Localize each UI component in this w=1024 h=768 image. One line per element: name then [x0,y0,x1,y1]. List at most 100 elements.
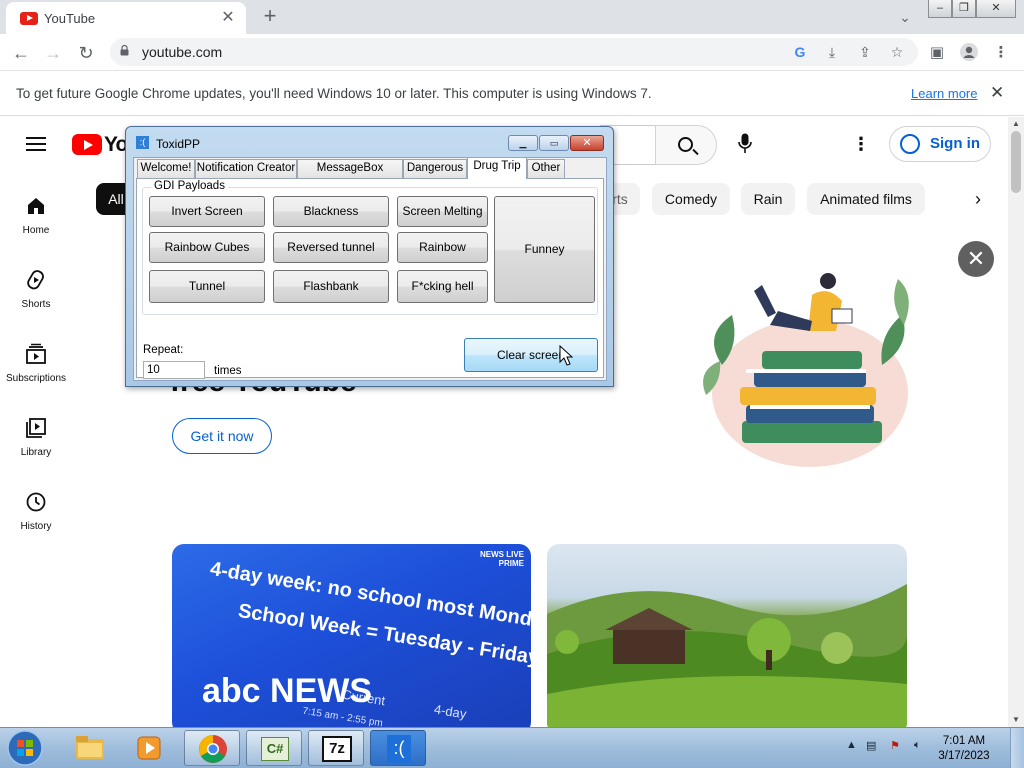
show-desktop-button[interactable] [1010,728,1024,768]
tab-notification-creator[interactable]: Notification Creator [195,159,297,178]
infobar-close-icon[interactable]: ✕ [990,83,1004,103]
rainbow-button[interactable]: Rainbow [397,232,488,263]
fcking-hell-button[interactable]: F*cking hell [397,270,488,303]
tab-close-icon[interactable]: ✕ [218,8,238,28]
media-player-icon [137,736,161,760]
subscriptions-icon [26,343,46,364]
flashbank-button[interactable]: Flashbank [273,270,389,303]
sidebar-item-label: Home [22,225,50,236]
clock-time: 7:01 AM [942,735,986,747]
windows-start-orb-icon[interactable] [4,729,46,767]
window-restore-button[interactable]: ❐ [952,0,976,18]
tab-drug-trip[interactable]: Drug Trip [467,157,527,179]
badge-bottom: PRIME [498,559,525,568]
reversed-tunnel-button[interactable]: Reversed tunnel [273,232,389,263]
video-thumbnail-landscape[interactable] [547,544,907,727]
browser-menu-icon[interactable]: ⋮ [990,42,1012,64]
youtube-logo-icon[interactable] [72,134,102,155]
tab-dangerous[interactable]: Dangerous [403,159,467,178]
address-bar[interactable]: youtube.com G ⤓ ⇪ ☆ [110,38,918,66]
screen-melting-button[interactable]: Screen Melting [397,196,488,227]
taskbar-toxidpp-button[interactable]: :( [370,730,426,766]
folder-icon [76,736,104,759]
chips-next-chevron-icon[interactable]: › [966,187,990,211]
taskbar-media-player-button[interactable] [122,730,178,766]
tunnel-button[interactable]: Tunnel [149,270,265,303]
microphone-icon[interactable] [738,133,752,155]
tab-welcome[interactable]: Welcome! [137,159,195,178]
7zip-icon: 7z [322,736,352,762]
settings-kebab-icon[interactable]: ⋮ [852,133,870,155]
sidebar-item-shorts[interactable]: Shorts [0,269,72,329]
learn-more-link[interactable]: Learn more [911,86,977,101]
sign-in-button[interactable]: Sign in [889,126,991,162]
promo-dismiss-icon[interactable]: ✕ [958,241,994,277]
search-button[interactable] [655,125,717,165]
chip-rain[interactable]: Rain [741,183,795,215]
profile-avatar-icon[interactable] [958,42,980,64]
abc-news-logo: abc NEWS [202,672,373,710]
guide-menu-icon[interactable] [26,137,46,151]
back-arrow-icon[interactable]: ← [8,40,34,66]
chip-comedy[interactable]: Comedy [652,183,730,215]
scrollbar-thumb[interactable] [1011,131,1021,193]
taskbar-csharp-button[interactable]: C# [246,730,302,766]
tab-messagebox-creator[interactable]: MessageBox Creator [297,159,403,191]
sidebar-item-home[interactable]: Home [0,195,72,255]
thumbnail-fourday-text: 4-day [433,701,468,722]
clear-screen-button[interactable]: Clear screen [464,338,598,372]
share-icon[interactable]: ⇪ [855,42,875,62]
dialog-minimize-button[interactable]: ▁ [508,135,538,151]
clock-date: 3/17/2023 [938,750,990,762]
sidebar-item-library[interactable]: Library [0,417,72,477]
url-text[interactable]: youtube.com [142,44,222,60]
dialog-close-button[interactable]: ✕ [570,135,604,151]
video-thumbnail-news[interactable]: NEWS LIVE PRIME 4-day week: no school mos… [172,544,531,727]
update-infobar: To get future Google Chrome updates, you… [0,71,1024,116]
sidebar-item-label: History [20,521,52,532]
funney-button[interactable]: Funney [494,196,595,303]
dialog-maximize-button[interactable]: ▭ [539,135,569,151]
reload-icon[interactable]: ↻ [73,40,99,66]
youtube-favicon-icon [20,12,38,25]
tray-overflow-arrow-icon[interactable]: ▲ [846,739,857,751]
tray-volume-icon[interactable]: 🔈︎ [914,739,921,752]
toxidpp-taskbar-icon: :( [387,735,411,763]
times-label: times [214,365,242,377]
tab-other[interactable]: Other [527,159,565,178]
get-it-now-button[interactable]: Get it now [172,418,272,454]
sidebar-item-history[interactable]: History [0,491,72,551]
blackness-button[interactable]: Blackness [273,196,389,227]
taskbar-explorer-button[interactable] [62,730,118,766]
books-illustration-icon [703,273,909,467]
repeat-count-input[interactable]: 10 [143,361,205,379]
tray-action-center-icon[interactable]: ⚑ [890,739,900,752]
lock-icon[interactable] [120,45,129,56]
toxidpp-app-icon: :( [136,136,149,149]
csharp-icon: C# [261,737,289,761]
invert-screen-button[interactable]: Invert Screen [149,196,265,227]
install-app-icon[interactable]: ⤓ [822,42,842,62]
google-translate-icon[interactable]: G [790,42,810,62]
dialog-title-bar[interactable]: :( ToxidPP ▁ ▭ ✕ [126,127,613,157]
new-tab-button[interactable]: + [258,4,282,28]
chip-animated-films[interactable]: Animated films [807,183,925,215]
forward-arrow-icon[interactable]: → [40,40,66,66]
taskbar-clock[interactable]: 7:01 AM 3/17/2023 [932,734,996,764]
page-scrollbar[interactable]: ▲ ▼ [1008,117,1024,727]
window-minimize-button[interactable]: ‒ [928,0,952,18]
window-close-button[interactable]: ✕ [976,0,1016,18]
rainbow-cubes-button[interactable]: Rainbow Cubes [149,232,265,263]
taskbar-chrome-button[interactable] [184,730,240,766]
scroll-up-arrow-icon[interactable]: ▲ [1008,117,1024,131]
tab-search-chevron-icon[interactable]: ⌄ [894,6,916,28]
tray-network-icon[interactable]: ▤ [866,739,876,752]
home-icon [28,198,44,214]
side-panel-icon[interactable]: ▣ [926,42,948,64]
sidebar-item-subscriptions[interactable]: Subscriptions [0,343,72,403]
bookmark-star-icon[interactable]: ☆ [887,42,907,62]
browser-tab-youtube[interactable]: YouTube ✕ [6,2,246,34]
landscape-illustration-icon [547,584,907,727]
taskbar-7zip-button[interactable]: 7z [308,730,364,766]
scroll-down-arrow-icon[interactable]: ▼ [1008,713,1024,727]
